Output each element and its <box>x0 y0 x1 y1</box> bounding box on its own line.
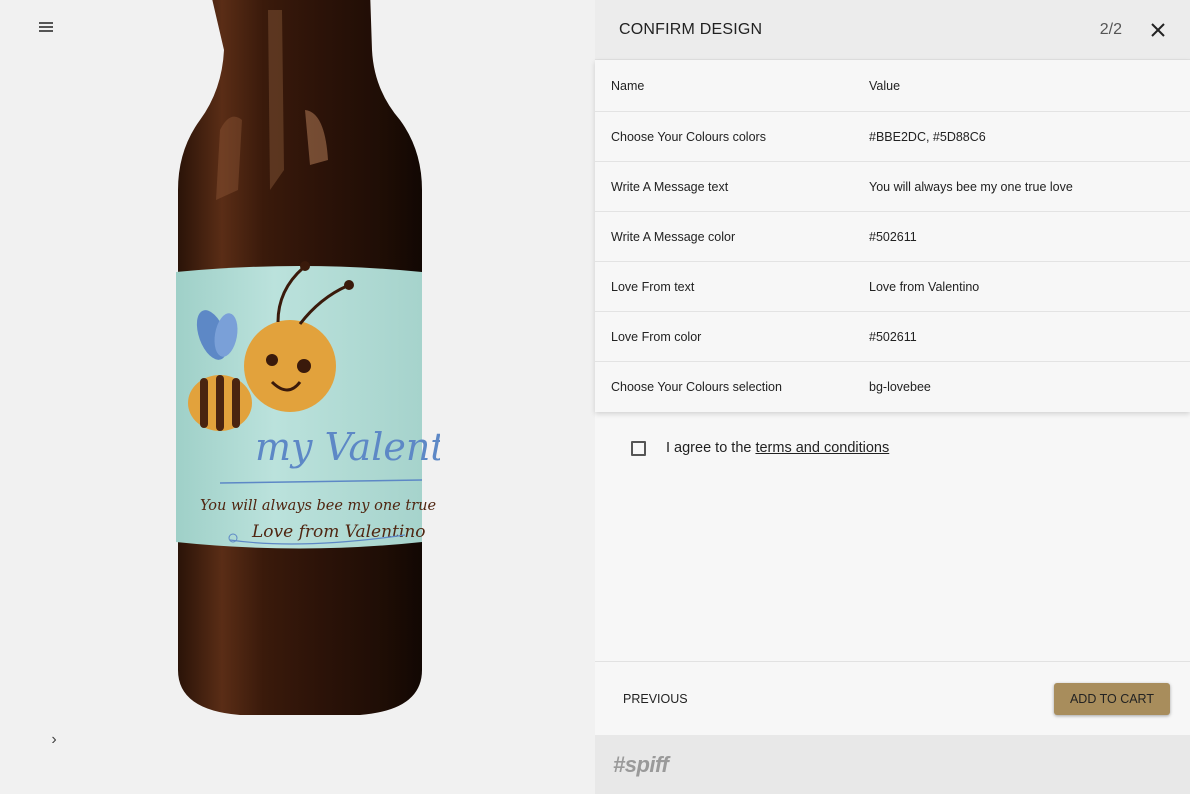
brand-bar: #spiff <box>595 735 1190 794</box>
menu-icon[interactable] <box>36 20 56 36</box>
terms-link[interactable]: terms and conditions <box>755 440 889 456</box>
add-to-cart-button[interactable]: ADD TO CART <box>1053 682 1170 715</box>
row-value: #502611 <box>869 329 917 344</box>
close-icon[interactable] <box>1150 22 1166 38</box>
row-name: Write A Message color <box>611 229 736 244</box>
spiff-logo: #spiff <box>613 751 669 777</box>
row-name: Love From text <box>611 279 695 294</box>
previous-button[interactable]: PREVIOUS <box>623 692 688 706</box>
column-header-value: Value <box>869 78 901 93</box>
step-indicator: 2/2 <box>1099 20 1122 38</box>
agree-checkbox[interactable] <box>631 440 646 456</box>
panel-title: CONFIRM DESIGN <box>619 20 763 38</box>
label-from: Love from Valentino <box>251 522 426 542</box>
row-value: Love from Valentino <box>869 279 980 294</box>
terms-agreement: I agree to the terms and conditions <box>595 412 1190 456</box>
table-header-row: Name Value <box>595 60 1190 112</box>
panel-footer: PREVIOUS ADD TO CART <box>595 661 1190 735</box>
row-name: Love From color <box>611 329 702 344</box>
row-name: Choose Your Colours selection <box>611 380 782 394</box>
panel-header: CONFIRM DESIGN 2/2 <box>595 0 1190 60</box>
design-summary-table: Name Value Choose Your Colours colors #B… <box>595 60 1190 412</box>
row-value: #502611 <box>869 229 917 244</box>
row-value: bg-lovebee <box>869 380 931 394</box>
confirm-design-panel: CONFIRM DESIGN 2/2 Name Value Choose You… <box>595 0 1190 794</box>
label-headline: my Valentine <box>255 425 440 469</box>
table-row: Choose Your Colours colors #BBE2DC, #5D8… <box>595 112 1190 162</box>
table-row: Write A Message color #502611 <box>595 212 1190 262</box>
table-row: Love From text Love from Valentino <box>595 262 1190 312</box>
product-preview: my Valentine You will always bee my one … <box>0 0 595 794</box>
column-header-name: Name <box>611 78 645 93</box>
table-row: Love From color #502611 <box>595 312 1190 362</box>
chevron-right-icon[interactable]: › <box>44 730 64 750</box>
bottle-image: my Valentine You will always bee my one … <box>176 0 440 715</box>
row-value: #BBE2DC, #5D88C6 <box>869 129 986 144</box>
row-value: You will always bee my one true love <box>869 179 1073 194</box>
row-name: Write A Message text <box>611 179 729 194</box>
table-row: Write A Message text You will always bee… <box>595 162 1190 212</box>
agree-text: I agree to the <box>666 440 752 456</box>
label-message: You will always bee my one true love <box>200 498 440 514</box>
row-name: Choose Your Colours colors <box>611 129 766 144</box>
table-row: Choose Your Colours selection bg-lovebee <box>595 362 1190 412</box>
